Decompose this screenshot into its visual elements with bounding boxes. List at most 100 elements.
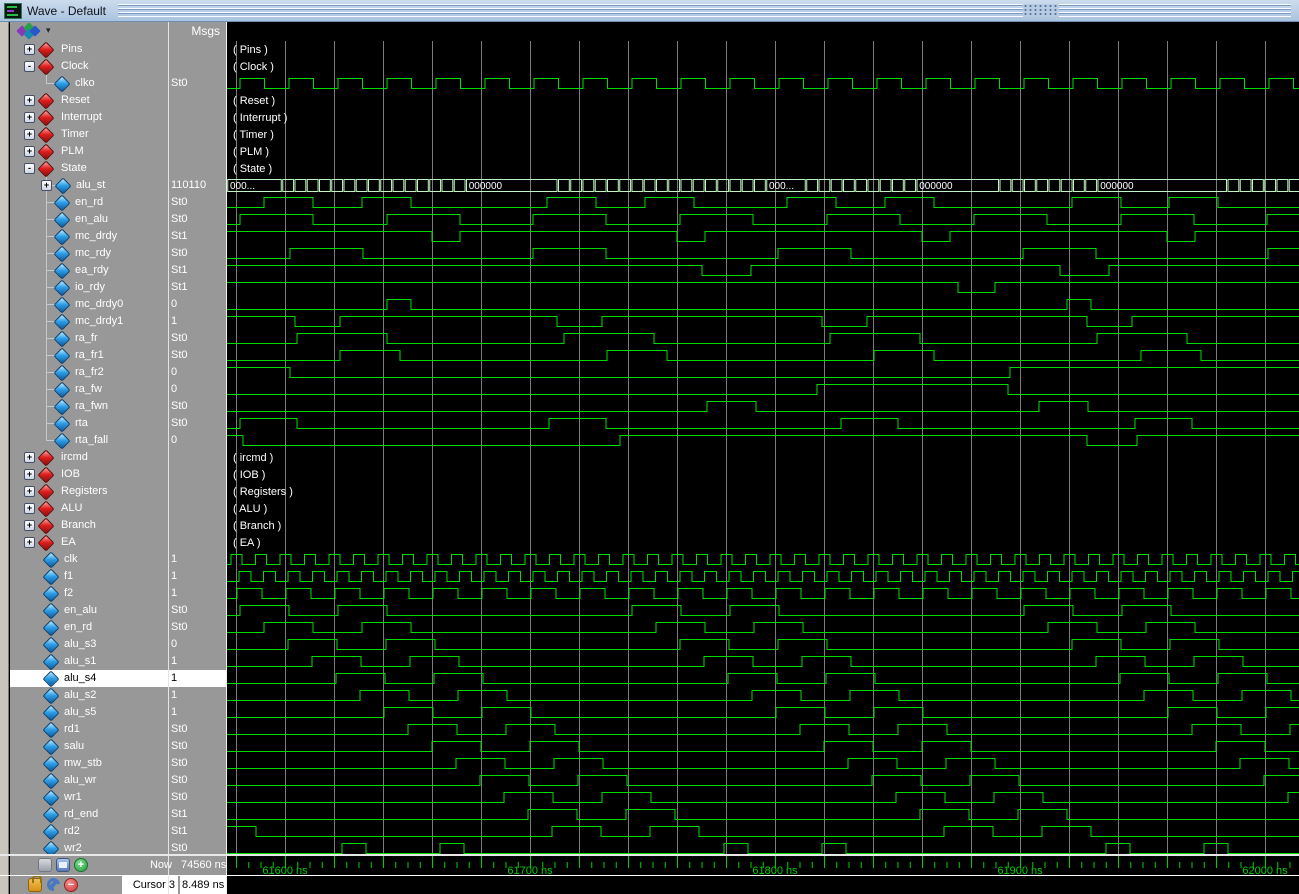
signal-row-mc_drdy1[interactable]: mc_drdy1 1 [10, 313, 227, 331]
group-row-Timer[interactable]: + Timer [10, 126, 227, 144]
signal-row-en_alu[interactable]: en_alu St0 [10, 211, 227, 229]
cursor-properties-icon[interactable] [44, 875, 63, 894]
signal-row-clk[interactable]: clk 1 [10, 551, 227, 569]
expand-toggle[interactable]: + [24, 469, 35, 480]
signal-row-ra_fr[interactable]: ra_fr St0 [10, 330, 227, 348]
expand-toggle[interactable]: + [24, 520, 35, 531]
cursor-row[interactable]: − Cursor 3 8.489 ns [20, 875, 237, 894]
signal-row-alu_s5[interactable]: alu_s5 1 [10, 704, 227, 722]
signal-row-ea_rdy[interactable]: ea_rdy St1 [10, 262, 227, 280]
expand-toggle[interactable]: + [24, 146, 35, 157]
signal-row-alu_s4[interactable]: alu_s4 1 [10, 670, 227, 688]
signal-row-salu[interactable]: salu St0 [10, 738, 227, 756]
group-diamond-icon [37, 126, 55, 144]
timeline-ruler[interactable]: 61600 ns 61700 ns 61800 ns 61900 ns 62000 ns [227, 856, 1299, 876]
panel-wave-divider[interactable] [226, 22, 227, 894]
group-row-Reset[interactable]: + Reset [10, 92, 227, 110]
signal-row-ra_fr2[interactable]: ra_fr2 0 [10, 364, 227, 382]
wave-clko [227, 78, 1299, 89]
titlebar-grip-handle[interactable] [1022, 3, 1059, 17]
signal-row-mc_drdy0[interactable]: mc_drdy0 0 [10, 296, 227, 314]
group-row-State[interactable]: - State [10, 160, 227, 178]
signal-row-f1[interactable]: f1 1 [10, 568, 227, 586]
expand-toggle[interactable]: + [41, 180, 52, 191]
expand-toggle[interactable]: + [24, 95, 35, 106]
expand-toggle[interactable]: + [24, 44, 35, 55]
signal-diamond-icon [53, 279, 71, 297]
signal-group-diamond-icon[interactable] [16, 22, 42, 40]
bus-segment [1024, 179, 1036, 192]
signal-row-ra_fwn[interactable]: ra_fwn St0 [10, 398, 227, 416]
group-row-IOB[interactable]: + IOB [10, 466, 227, 484]
signal-diamond-icon [53, 432, 71, 450]
signal-row-ra_fr1[interactable]: ra_fr1 St0 [10, 347, 227, 365]
signal-diamond-icon [42, 823, 60, 841]
signal-row-wr2[interactable]: wr2 St0 [10, 840, 227, 855]
signal-row-en_rd[interactable]: en_rd St0 [10, 619, 227, 637]
delete-cursor-icon[interactable]: − [64, 878, 78, 892]
cursor-lane[interactable] [227, 877, 1299, 894]
signal-row-alu_s2[interactable]: alu_s2 1 [10, 687, 227, 705]
signal-row-mc_drdy[interactable]: mc_drdy St1 [10, 228, 227, 246]
signal-row-rd1[interactable]: rd1 St0 [10, 721, 227, 739]
lock-cursor-icon[interactable] [28, 875, 42, 892]
signal-row-alu_s1[interactable]: alu_s1 1 [10, 653, 227, 671]
signal-name: alu_s3 [64, 638, 97, 650]
window-titlebar[interactable]: Wave - Default [0, 0, 1299, 22]
signal-row-f2[interactable]: f2 1 [10, 585, 227, 603]
signal-row-en_alu[interactable]: en_alu St0 [10, 602, 227, 620]
expand-toggle[interactable]: + [24, 537, 35, 548]
expand-toggle[interactable]: - [24, 163, 35, 174]
signal-name: io_rdy [75, 281, 105, 293]
group-name: Registers [61, 485, 108, 497]
group-diamond-icon [37, 500, 55, 518]
signal-value: St0 [171, 842, 188, 854]
group-row-Interrupt[interactable]: + Interrupt [10, 109, 227, 127]
signal-row-mc_rdy[interactable]: mc_rdy St0 [10, 245, 227, 263]
signal-row-clko[interactable]: clko St0 [10, 75, 227, 93]
group-row-EA[interactable]: + EA [10, 534, 227, 552]
signal-diamond-icon [53, 364, 71, 382]
signal-name: f2 [64, 587, 74, 599]
group-wave-label: ( Clock ) [233, 61, 274, 73]
expand-toggle[interactable]: + [24, 486, 35, 497]
name-msgs-divider[interactable] [168, 22, 169, 894]
group-row-Branch[interactable]: + Branch [10, 517, 227, 535]
signal-row-alu_st[interactable]: + alu_st 110110 [10, 177, 227, 195]
signal-value: St0 [171, 774, 188, 786]
bus-segment [319, 179, 331, 192]
group-row-Clock[interactable]: - Clock [10, 58, 227, 76]
chevron-down-icon[interactable]: ▾ [46, 25, 51, 36]
group-row-Registers[interactable]: + Registers [10, 483, 227, 501]
signal-row-ra_fw[interactable]: ra_fw 0 [10, 381, 227, 399]
group-wave-label: ( State ) [233, 163, 272, 175]
group-name: ircmd [61, 451, 88, 463]
signal-row-rta_fall[interactable]: rta_fall 0 [10, 432, 227, 450]
group-row-ALU[interactable]: + ALU [10, 500, 227, 518]
signal-row-rd2[interactable]: rd2 St1 [10, 823, 227, 841]
signal-diamond-icon [54, 177, 72, 195]
expand-toggle[interactable]: + [24, 452, 35, 463]
signal-row-rta[interactable]: rta St0 [10, 415, 227, 433]
expand-toggle[interactable]: + [24, 129, 35, 140]
group-row-ircmd[interactable]: + ircmd [10, 449, 227, 467]
expand-toggle[interactable]: - [24, 61, 35, 72]
signal-row-rd_end[interactable]: rd_end St1 [10, 806, 227, 824]
signal-row-alu_wr[interactable]: alu_wr St0 [10, 772, 227, 790]
signal-value: 110110 [171, 179, 207, 191]
cursor-name-cell[interactable]: Cursor 3 [122, 876, 178, 894]
signal-diamond-icon [53, 75, 71, 93]
signal-row-alu_s3[interactable]: alu_s3 0 [10, 636, 227, 654]
signal-row-wr1[interactable]: wr1 St0 [10, 789, 227, 807]
signal-row-en_rd[interactable]: en_rd St0 [10, 194, 227, 212]
signal-row-mw_stb[interactable]: mw_stb St0 [10, 755, 227, 773]
waveform-canvas[interactable]: ( Pins ) ( Clock ) ( Reset ) ( Interrupt ) (… [227, 22, 1299, 855]
group-name: ALU [61, 502, 83, 514]
group-row-Pins[interactable]: + Pins [10, 41, 227, 59]
group-row-PLM[interactable]: + PLM [10, 143, 227, 161]
bus-segment [656, 179, 668, 192]
expand-toggle[interactable]: + [24, 112, 35, 123]
expand-toggle[interactable]: + [24, 503, 35, 514]
signal-row-io_rdy[interactable]: io_rdy St1 [10, 279, 227, 297]
waveform-pane[interactable]: ( Pins ) ( Clock ) ( Reset ) ( Interrupt ) (… [227, 22, 1299, 894]
